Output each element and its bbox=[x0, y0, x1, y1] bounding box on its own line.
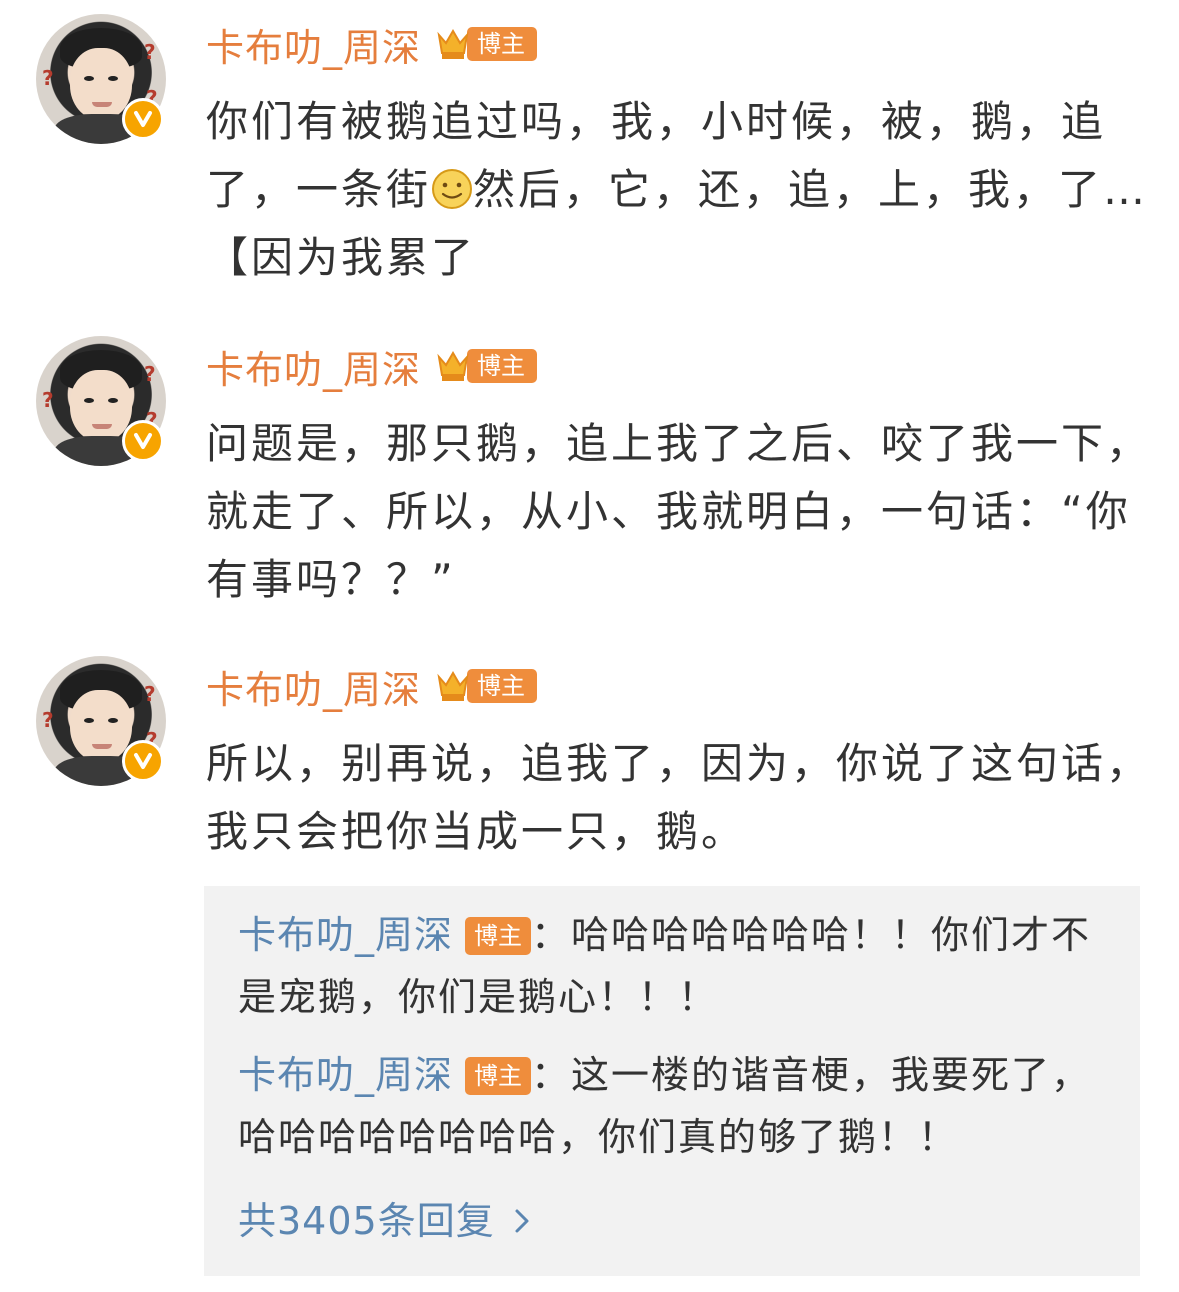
reply-username[interactable]: 卡布叻_周深 bbox=[238, 1053, 453, 1097]
username[interactable]: 卡布叻_周深 bbox=[206, 339, 421, 394]
badge-label: 博主 bbox=[467, 349, 538, 383]
avatar-face bbox=[70, 690, 132, 762]
verified-icon bbox=[122, 98, 164, 140]
blogger-badge: 博主 bbox=[465, 1057, 532, 1095]
reply-username[interactable]: 卡布叻_周深 bbox=[238, 913, 453, 957]
post-text: 所以，别再说，追我了，因为，你说了这句话，我只会把你当成一只，鹅。 bbox=[206, 739, 1152, 856]
post-header: 卡布叻_周深 博主 bbox=[206, 17, 538, 72]
smile-emoji-icon bbox=[431, 162, 473, 209]
reply-item[interactable]: 卡布叻_周深 博主 ：哈哈哈哈哈哈哈！！你们才不是宠鹅，你们是鹅心！！！ bbox=[238, 904, 1118, 1028]
decoration-question-mark: ? bbox=[42, 66, 54, 90]
badge-label: 博主 bbox=[467, 27, 538, 61]
decoration-question-mark: ? bbox=[42, 388, 54, 412]
post-header: 卡布叻_周深 博主 bbox=[206, 339, 538, 394]
avatar-eye bbox=[84, 398, 94, 403]
decoration-question-mark: ? bbox=[144, 40, 156, 64]
decoration-question-mark: ? bbox=[144, 682, 156, 706]
post-text: 问题是，那只鹅，追上我了之后、咬了我一下，就走了、所以，从小、我就明白，一句话：… bbox=[206, 419, 1152, 604]
crown-icon bbox=[435, 669, 471, 703]
blogger-badge: 博主 bbox=[465, 917, 532, 955]
avatar-eye bbox=[84, 718, 94, 723]
avatar-face bbox=[70, 48, 132, 120]
decoration-question-mark: ? bbox=[42, 708, 54, 732]
post-text: 你们有被鹅追过吗，我，小时候，被，鹅，追了，一条街 然后，它，还，追，上，我，了…… bbox=[206, 88, 1156, 292]
avatar-eye bbox=[108, 76, 118, 81]
crown-icon bbox=[435, 27, 471, 61]
avatar-face bbox=[70, 370, 132, 442]
avatar-mouth bbox=[92, 424, 112, 429]
avatar-eye bbox=[84, 76, 94, 81]
more-replies-label: 共3405条回复 bbox=[238, 1199, 495, 1243]
view-all-replies-link[interactable]: 共3405条回复 bbox=[238, 1190, 531, 1245]
blogger-badge: 博主 bbox=[435, 667, 538, 705]
username[interactable]: 卡布叻_周深 bbox=[206, 17, 421, 72]
avatar-eye bbox=[108, 718, 118, 723]
decoration-question-mark: ? bbox=[144, 362, 156, 386]
verified-icon bbox=[122, 420, 164, 462]
crown-icon bbox=[435, 349, 471, 383]
avatar-mouth bbox=[92, 102, 112, 107]
verified-icon bbox=[122, 740, 164, 782]
avatar-mouth bbox=[92, 744, 112, 749]
chevron-right-icon bbox=[513, 1199, 531, 1243]
blogger-badge: 博主 bbox=[435, 347, 538, 385]
blogger-badge: 博主 bbox=[435, 25, 538, 63]
reply-item[interactable]: 卡布叻_周深 博主 ：这一楼的谐音梗，我要死了，哈哈哈哈哈哈哈哈，你们真的够了鹅！！ bbox=[238, 1044, 1118, 1168]
username[interactable]: 卡布叻_周深 bbox=[206, 659, 421, 714]
post-header: 卡布叻_周深 博主 bbox=[206, 659, 538, 714]
badge-label: 博主 bbox=[467, 669, 538, 703]
reply-thread[interactable]: 卡布叻_周深 博主 ：哈哈哈哈哈哈哈！！你们才不是宠鹅，你们是鹅心！！！ 卡布叻_周… bbox=[204, 886, 1140, 1276]
avatar-eye bbox=[108, 398, 118, 403]
